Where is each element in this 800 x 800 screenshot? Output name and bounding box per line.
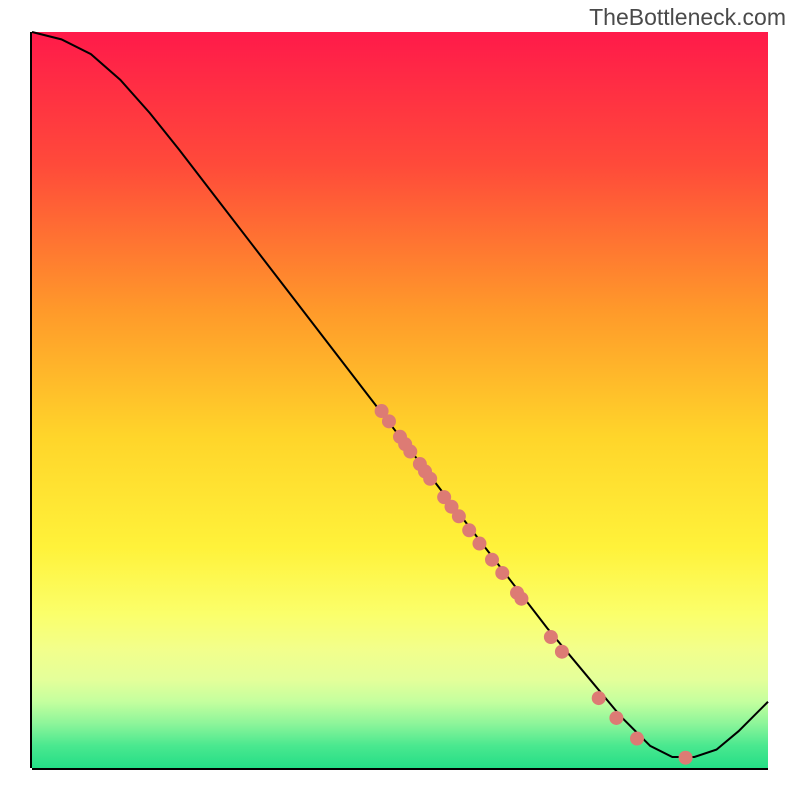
bottleneck-chart: TheBottleneck.com: [0, 0, 800, 800]
data-dot: [592, 691, 606, 705]
plot-layer: [0, 0, 800, 800]
data-dots: [375, 404, 693, 765]
data-dot: [423, 472, 437, 486]
curve-path: [32, 32, 768, 757]
data-dot: [452, 509, 466, 523]
data-dot: [679, 751, 693, 765]
bottleneck-curve: [32, 32, 768, 757]
data-dot: [472, 537, 486, 551]
data-dot: [403, 445, 417, 459]
data-dot: [609, 711, 623, 725]
data-dot: [555, 645, 569, 659]
watermark-text: TheBottleneck.com: [589, 4, 786, 31]
data-dot: [514, 592, 528, 606]
data-dot: [495, 566, 509, 580]
data-dot: [630, 732, 644, 746]
data-dot: [485, 553, 499, 567]
data-dot: [544, 630, 558, 644]
data-dot: [382, 414, 396, 428]
data-dot: [462, 523, 476, 537]
